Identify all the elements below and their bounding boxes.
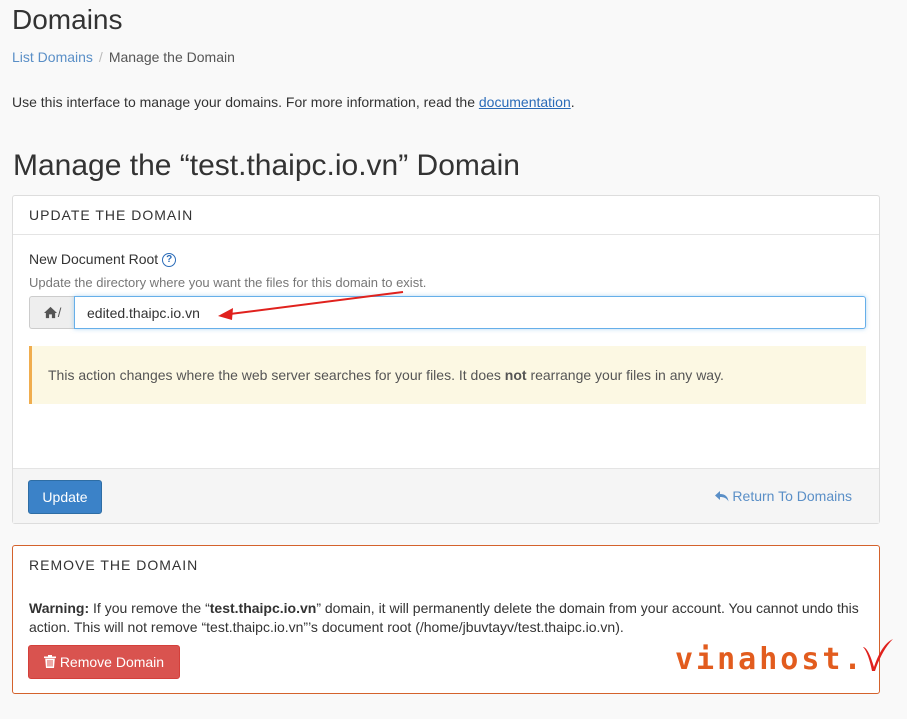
home-slash: /: [57, 305, 62, 320]
document-root-label-text: New Document Root: [29, 251, 159, 267]
breadcrumb-current: Manage the Domain: [108, 49, 235, 65]
alert-text-bold: not: [504, 367, 527, 383]
return-to-domains-label: Return To Domains: [732, 488, 852, 504]
intro-text-end: .: [570, 94, 575, 110]
home-path-addon: /: [29, 296, 74, 329]
remove-domain-label: Remove Domain: [59, 654, 165, 670]
home-icon: [43, 306, 57, 319]
return-to-domains-link[interactable]: Return To Domains: [714, 488, 852, 504]
intro-text: Use this interface to manage your domain…: [12, 94, 575, 110]
remove-warning-text: Warning: If you remove the “test.thaipc.…: [29, 599, 865, 637]
document-root-input-group: /: [29, 296, 866, 329]
vinahost-watermark: vinahost.: [675, 637, 895, 677]
breadcrumb: List Domains / Manage the Domain: [12, 49, 235, 65]
alert-text-after: rearrange your files in any way.: [530, 367, 724, 383]
document-root-help: Update the directory where you want the …: [29, 275, 427, 290]
remove-domain-heading: REMOVE THE DOMAIN: [29, 557, 199, 573]
update-panel-footer: Update Return To Domains: [13, 468, 879, 523]
intro-text-body: Use this interface to manage your domain…: [12, 94, 475, 110]
reply-icon: [714, 491, 729, 502]
documentation-link[interactable]: documentation: [479, 94, 571, 110]
alert-text-before: This action changes where the web server…: [48, 367, 501, 383]
warning-part1: If you remove the “: [93, 600, 210, 616]
warning-label: Warning:: [29, 600, 90, 616]
warning-alert: This action changes where the web server…: [29, 346, 866, 404]
manage-domain-title: Manage the “test.thaipc.io.vn” Domain: [13, 149, 520, 182]
warning-domain: test.thaipc.io.vn: [209, 600, 317, 616]
page-title: Domains: [12, 4, 123, 35]
remove-domain-button[interactable]: Remove Domain: [28, 645, 180, 679]
watermark-text: vinahost.: [675, 642, 865, 677]
document-root-input[interactable]: [74, 296, 866, 329]
breadcrumb-list-domains[interactable]: List Domains: [12, 49, 93, 65]
help-icon[interactable]: ?: [162, 253, 177, 268]
breadcrumb-separator: /: [98, 49, 103, 65]
vinahost-logo-icon: [862, 639, 893, 671]
update-domain-panel: UPDATE THE DOMAIN New Document Root? Upd…: [12, 195, 880, 524]
update-button[interactable]: Update: [28, 480, 102, 514]
trash-icon: [43, 655, 56, 668]
document-root-label: New Document Root?: [29, 251, 177, 268]
update-domain-heading: UPDATE THE DOMAIN: [13, 196, 879, 235]
alert-text: This action changes where the web server…: [48, 367, 724, 383]
